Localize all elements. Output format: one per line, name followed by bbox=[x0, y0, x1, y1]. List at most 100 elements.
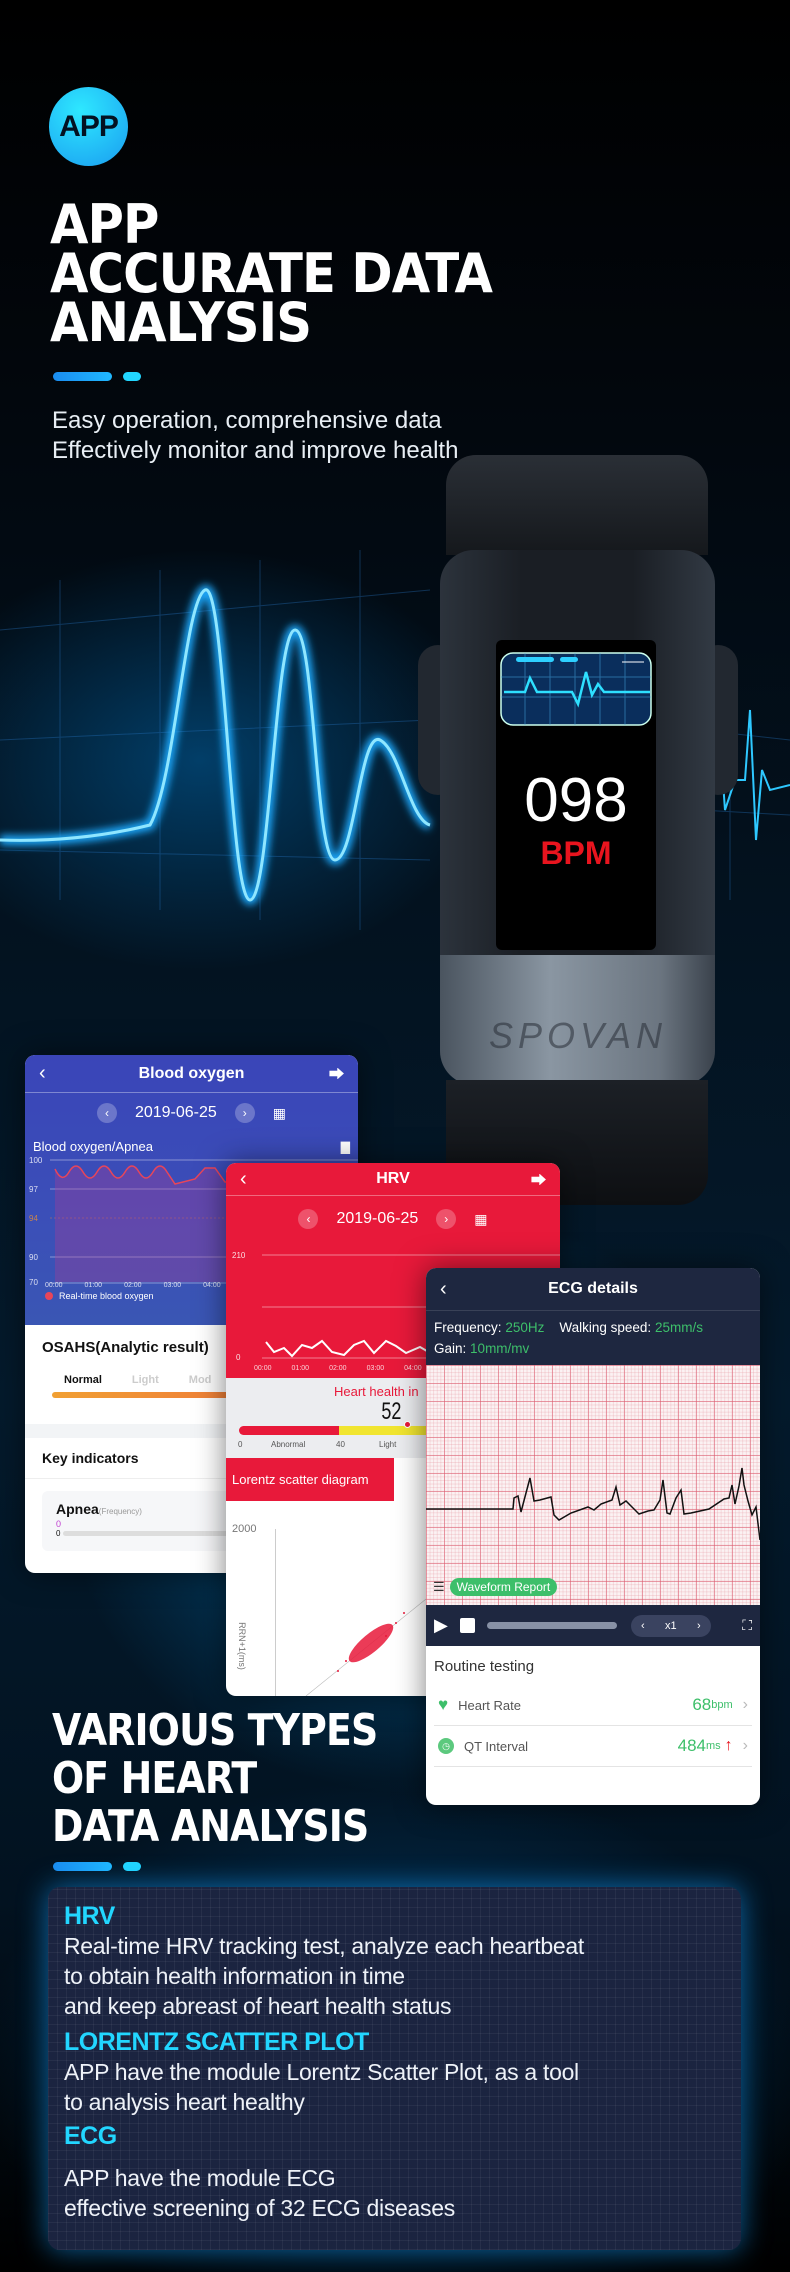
subtitle-line: Easy operation, comprehensive data bbox=[52, 407, 442, 434]
calendar-icon[interactable]: ▦ bbox=[273, 1105, 286, 1122]
playback-progress[interactable] bbox=[486, 1622, 617, 1629]
value-marker bbox=[404, 1421, 411, 1428]
x-tick: 04:00 bbox=[404, 1365, 422, 1372]
accent-dash bbox=[53, 1862, 112, 1871]
section-title: VARIOUS TYPES OF HEART DATA ANALYSIS bbox=[52, 1705, 378, 1851]
features-panel: HRV Real-time HRV tracking test, analyze… bbox=[48, 1887, 741, 2250]
speed-value: 25mm/s bbox=[654, 1320, 703, 1335]
routine-title: Routine testing bbox=[434, 1658, 535, 1675]
screen-header: ‹ HRV ⮕ bbox=[226, 1163, 560, 1196]
screen-title: Blood oxygen bbox=[138, 1064, 245, 1082]
x-tick: 03:00 bbox=[366, 1365, 385, 1372]
x-tick: 04:00 bbox=[203, 1282, 221, 1289]
feature-heading-lorentz: LORENTZ SCATTER PLOT bbox=[64, 2028, 369, 2056]
title-line: VARIOUS TYPES bbox=[52, 1705, 378, 1756]
date-label: 2019-06-25 bbox=[134, 1104, 217, 1121]
item-label: Heart Rate bbox=[458, 1697, 521, 1713]
apnea-axis-tick: 0 bbox=[56, 1529, 61, 1538]
x-tick: 02:00 bbox=[329, 1365, 347, 1372]
feature-heading-hrv: HRV bbox=[64, 1902, 115, 1930]
ecg-waveform bbox=[426, 1467, 760, 1541]
chevron-right-icon: › bbox=[742, 1696, 748, 1713]
accent-dash bbox=[123, 372, 141, 381]
item-label: QT Interval bbox=[464, 1738, 529, 1754]
frequency-label: Frequency: bbox=[434, 1320, 502, 1335]
next-date-button[interactable]: › bbox=[436, 1209, 457, 1229]
next-date-button[interactable]: › bbox=[234, 1103, 255, 1123]
x-tick: 01:00 bbox=[291, 1365, 310, 1372]
play-icon[interactable]: ▶ bbox=[434, 1615, 448, 1636]
apnea-unit: (Frequency) bbox=[98, 1507, 142, 1516]
date-selector: ‹ 2019-06-25 › ▦ bbox=[25, 1093, 358, 1133]
feature-text: to analysis heart healthy bbox=[64, 2089, 305, 2115]
feature-text: Real-time HRV tracking test, analyze eac… bbox=[64, 1933, 584, 1959]
feature-text: and keep abreast of heart health status bbox=[64, 1993, 452, 2019]
prev-date-button[interactable]: ‹ bbox=[298, 1209, 319, 1229]
chart-title: Blood oxygen/Apnea bbox=[33, 1139, 153, 1154]
speed-label: Walking speed: bbox=[559, 1320, 652, 1335]
y-tick: 94 bbox=[29, 1214, 38, 1223]
speed-up-icon[interactable]: › bbox=[697, 1620, 701, 1632]
report-icon: ☰ bbox=[433, 1579, 445, 1594]
x-tick: 01:00 bbox=[84, 1282, 103, 1289]
clock-icon: ◷ bbox=[438, 1738, 454, 1754]
waveform-report-button[interactable]: Waveform Report bbox=[449, 1578, 558, 1596]
speed-control[interactable]: ‹ x1 › bbox=[630, 1614, 711, 1637]
share-icon[interactable]: ⮕ bbox=[531, 1169, 546, 1190]
bar-chart-icon[interactable]: ▇ bbox=[341, 1140, 350, 1154]
x-tick: 00:00 bbox=[45, 1282, 63, 1289]
y-tick: 100 bbox=[29, 1156, 43, 1165]
share-icon[interactable]: ⮕ bbox=[329, 1063, 344, 1084]
bpm-value: 098 bbox=[524, 766, 628, 835]
subtitle-line: Effectively monitor and improve health bbox=[52, 437, 459, 464]
speed-value: x1 bbox=[665, 1619, 677, 1632]
x-tick: 02:00 bbox=[124, 1282, 142, 1289]
lorentz-scatter bbox=[305, 1590, 436, 1696]
ecg-monitor-icon bbox=[500, 652, 652, 726]
date-label: 2019-06-25 bbox=[336, 1210, 419, 1227]
accent-dash bbox=[53, 372, 112, 381]
back-icon[interactable]: ‹ bbox=[39, 1062, 46, 1085]
watch-screen: 098 BPM bbox=[496, 640, 656, 950]
back-icon[interactable]: ‹ bbox=[440, 1278, 447, 1301]
scale-light bbox=[339, 1426, 439, 1435]
gain-value: 10mm/mv bbox=[470, 1341, 530, 1356]
scale-abnormal bbox=[239, 1426, 339, 1435]
brand-logo: SPOVAN bbox=[488, 1015, 668, 1056]
date-selector: ‹ 2019-06-25 › ▦ bbox=[226, 1196, 560, 1242]
level-normal: Normal bbox=[64, 1374, 102, 1386]
ecg-waveform-grid: ☰ Waveform Report bbox=[426, 1365, 760, 1605]
frequency-value: 250Hz bbox=[505, 1320, 545, 1335]
lorentz-tab[interactable]: Lorentz scatter diagram bbox=[226, 1458, 394, 1501]
speed-down-icon[interactable]: ‹ bbox=[641, 1620, 645, 1632]
scale-label: Light bbox=[379, 1440, 397, 1449]
legend-label: Real-time blood oxygen bbox=[59, 1291, 154, 1301]
ecg-details-screen: ‹ ECG details Frequency: 250Hz Walking s… bbox=[426, 1268, 760, 1805]
item-value: 68 bbox=[692, 1695, 712, 1714]
title-line: OF HEART bbox=[52, 1753, 257, 1804]
heart-icon: ♥ bbox=[438, 1695, 449, 1714]
x-tick: 00:00 bbox=[254, 1365, 272, 1372]
list-item-heart-rate[interactable]: ♥ Heart Rate 68 bpm › bbox=[434, 1685, 752, 1726]
gain-label: Gain: bbox=[434, 1341, 467, 1356]
calendar-icon[interactable]: ▦ bbox=[474, 1211, 487, 1228]
watch-strap-top bbox=[446, 455, 708, 555]
level-moderate: Mod bbox=[188, 1374, 212, 1386]
legend-dot bbox=[45, 1292, 53, 1300]
item-unit: bpm bbox=[711, 1699, 733, 1711]
feature-text: to obtain health information in time bbox=[64, 1963, 405, 1989]
y-axis-label: RRN+1(ms) bbox=[236, 1622, 247, 1670]
prev-date-button[interactable]: ‹ bbox=[96, 1103, 117, 1123]
accent-dash bbox=[123, 1862, 141, 1871]
list-item-qt-interval[interactable]: ◷ QT Interval 484 ms ↑ › bbox=[434, 1726, 752, 1767]
back-icon[interactable]: ‹ bbox=[240, 1168, 247, 1191]
stop-icon[interactable] bbox=[459, 1618, 475, 1633]
page-title: APP ACCURATE DATA ANALYSIS bbox=[50, 198, 493, 350]
screen-title: HRV bbox=[376, 1170, 410, 1187]
app-badge: APP bbox=[49, 87, 128, 166]
y-tick: 210 bbox=[232, 1251, 246, 1260]
feature-text: effective screening of 32 ECG diseases bbox=[64, 2195, 455, 2221]
fullscreen-icon[interactable]: ⛶ bbox=[742, 1617, 752, 1634]
scale-label: 40 bbox=[336, 1440, 345, 1449]
apnea-label: Apnea bbox=[56, 1501, 99, 1517]
